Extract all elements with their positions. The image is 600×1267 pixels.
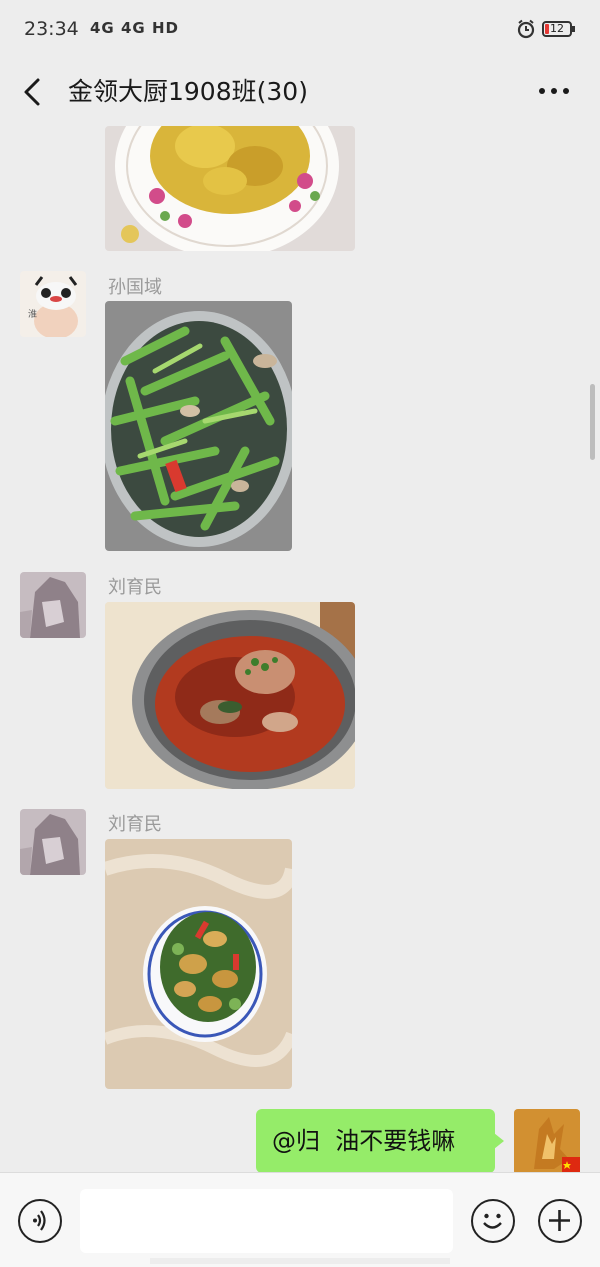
avatar[interactable] [20, 572, 86, 638]
battery-percent: 12 [550, 22, 564, 35]
avatar[interactable] [20, 809, 86, 875]
avatar[interactable]: 淮 [20, 271, 86, 337]
battery-indicator: 12 [542, 21, 575, 37]
sender-name: 刘育民 [108, 814, 162, 835]
message-image[interactable] [105, 301, 292, 551]
sender-name: 刘育民 [108, 577, 162, 598]
back-icon[interactable] [18, 72, 48, 112]
voice-icon[interactable] [18, 1199, 62, 1243]
message-image[interactable] [105, 602, 355, 789]
status-bar: 23:34 4G 4G HD 12 [0, 0, 600, 60]
message-bubble-self[interactable]: @归 油不要钱嘛 [256, 1109, 504, 1172]
message-input[interactable] [80, 1189, 453, 1253]
chat-area[interactable]: 淮 孙国域 刘育民 刘育民 @归 油不要钱嘛 [0, 126, 600, 1172]
status-time: 23:34 [24, 18, 79, 40]
plus-icon[interactable] [538, 1199, 582, 1243]
network-indicator: 4G 4G HD [90, 19, 179, 37]
message-image-eggs[interactable] [105, 126, 355, 251]
emoji-icon[interactable] [471, 1199, 515, 1243]
message-image[interactable] [105, 839, 292, 1089]
nav-bar: 金领大厨1908班(30) [0, 60, 600, 126]
sender-name: 孙国域 [108, 277, 162, 298]
home-indicator [150, 1258, 450, 1264]
avatar-self[interactable] [514, 1109, 580, 1172]
input-bar [0, 1172, 600, 1267]
more-dots-icon[interactable] [534, 76, 574, 106]
svg-text:淮: 淮 [28, 309, 37, 320]
chat-title: 金领大厨1908班(30) [68, 77, 308, 106]
alarm-icon [517, 19, 535, 39]
battery-level [545, 24, 549, 34]
scrollbar[interactable] [590, 384, 595, 460]
